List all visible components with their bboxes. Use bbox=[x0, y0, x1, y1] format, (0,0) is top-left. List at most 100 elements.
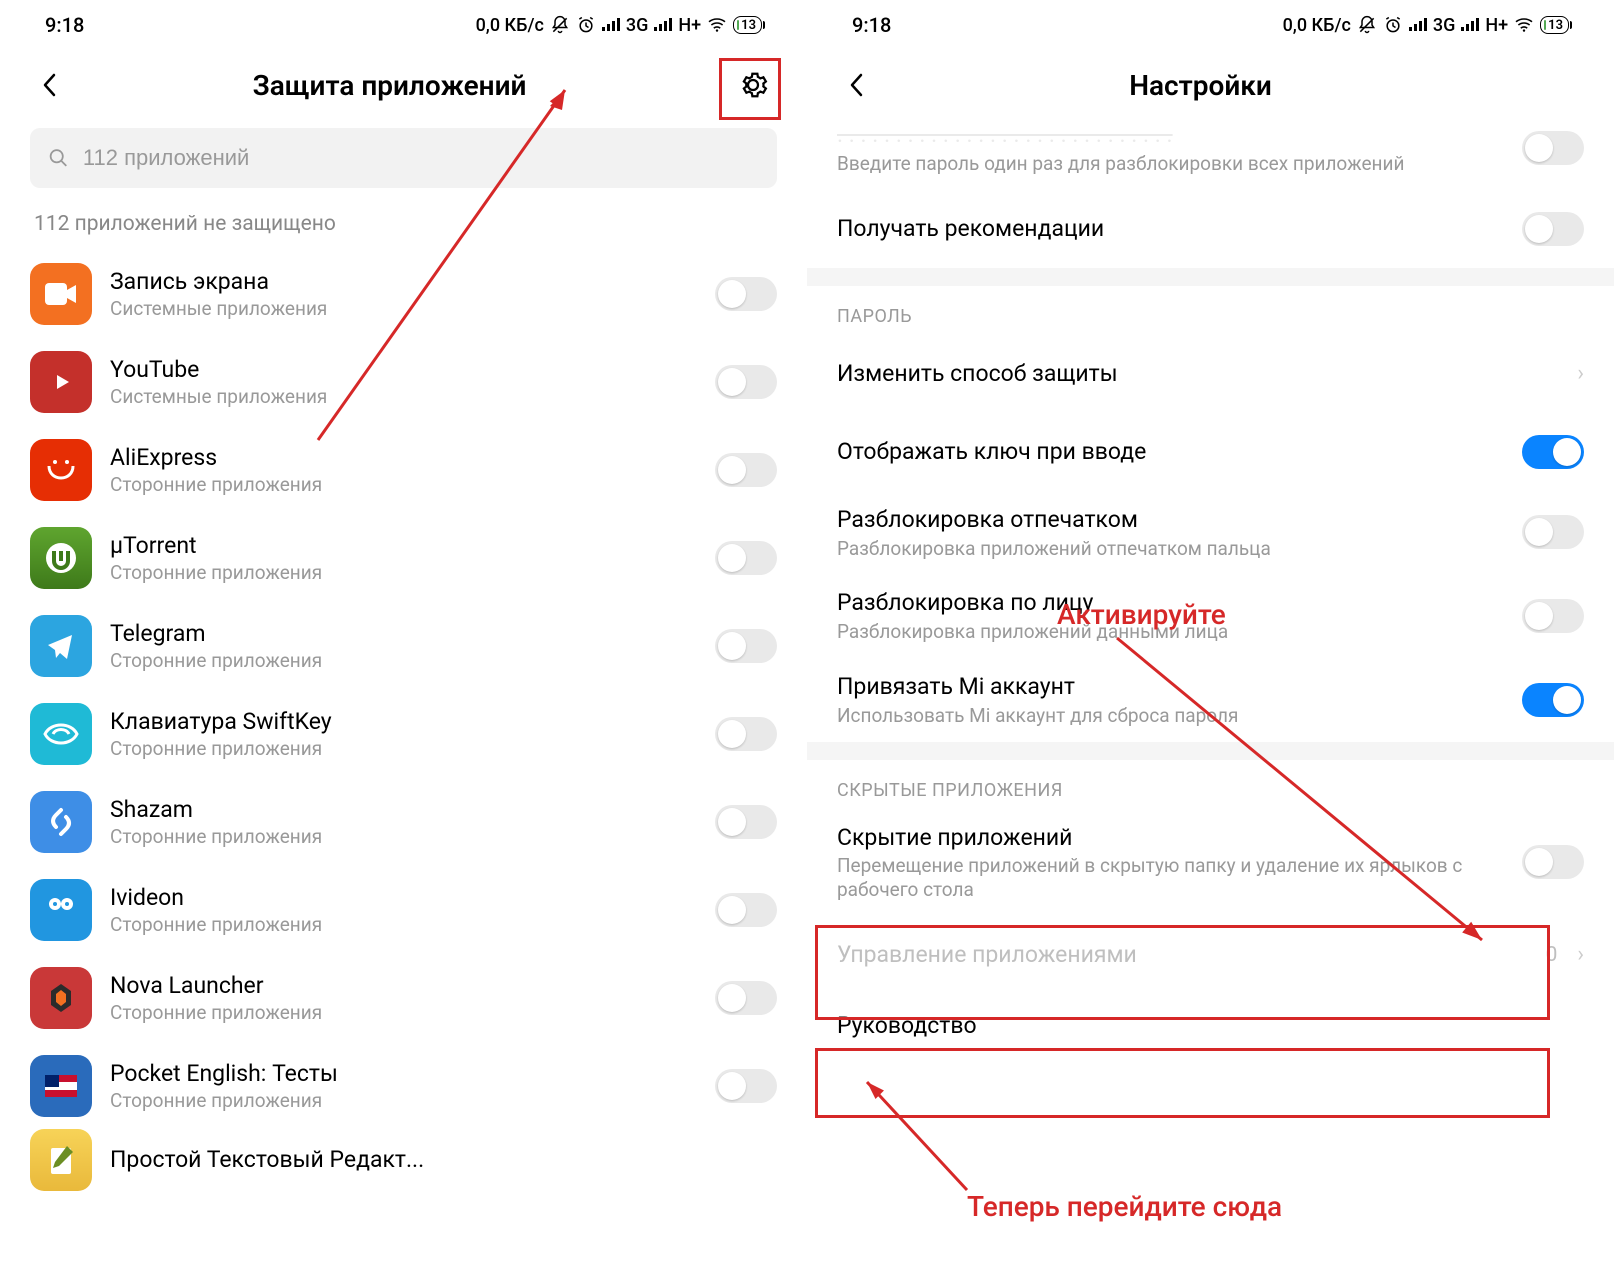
app-title: Ivideon bbox=[110, 884, 697, 913]
app-subtitle: Сторонние приложения bbox=[110, 1089, 697, 1113]
app-toggle[interactable] bbox=[715, 717, 777, 751]
app-title: Запись экрана bbox=[110, 268, 697, 297]
setting-toggle[interactable] bbox=[1522, 683, 1584, 717]
header: Настройки bbox=[837, 50, 1584, 120]
status-time: 9:18 bbox=[852, 13, 891, 37]
setting-toggle[interactable] bbox=[1522, 515, 1584, 549]
wifi-icon bbox=[1514, 17, 1534, 33]
annotation-box-manage bbox=[815, 1048, 1550, 1118]
setting-toggle[interactable] bbox=[1522, 599, 1584, 633]
settings-gear-button[interactable] bbox=[729, 61, 777, 109]
app-title: Клавиатура SwiftKey bbox=[110, 708, 697, 737]
setting-face[interactable]: Разблокировка по лицу Разблокировка прил… bbox=[837, 574, 1584, 658]
section-header-password: ПАРОЛЬ bbox=[837, 286, 1584, 335]
status-hplus: H+ bbox=[678, 15, 701, 36]
section-header-hidden-apps: СКРЫТЫЕ ПРИЛОЖЕНИЯ bbox=[837, 760, 1584, 809]
app-row[interactable]: Запись экранаСистемные приложения bbox=[30, 250, 777, 338]
setting-title: Привязать Mi аккаунт bbox=[837, 672, 1508, 702]
app-row[interactable]: Nova LauncherСторонние приложения bbox=[30, 954, 777, 1042]
app-subtitle: Сторонние приложения bbox=[110, 649, 697, 673]
status-data-rate: 0,0 КБ/с bbox=[1283, 15, 1351, 36]
app-subtitle: Сторонние приложения bbox=[110, 737, 697, 761]
app-row[interactable]: AliExpress AliExpressСторонние приложени… bbox=[30, 426, 777, 514]
setting-toggle[interactable] bbox=[1522, 845, 1584, 879]
app-row[interactable]: ShazamСторонние приложения bbox=[30, 778, 777, 866]
setting-toggle[interactable] bbox=[1522, 131, 1584, 165]
setting-title: Руководство bbox=[837, 1011, 1584, 1041]
setting-title: Управление приложениями bbox=[837, 940, 1532, 970]
app-toggle[interactable] bbox=[715, 277, 777, 311]
setting-toggle[interactable] bbox=[1522, 435, 1584, 469]
screen-recorder-icon bbox=[30, 263, 92, 325]
search-bar[interactable] bbox=[30, 128, 777, 188]
ivideon-icon: ivideon bbox=[30, 879, 92, 941]
left-screenshot: 9:18 0,0 КБ/с 3G H+ 13 Защита приложений bbox=[0, 0, 807, 1268]
battery-icon: 13 bbox=[733, 16, 762, 34]
app-toggle[interactable] bbox=[715, 629, 777, 663]
signal-bars-2-icon bbox=[1461, 17, 1479, 33]
battery-icon: 13 bbox=[1540, 16, 1569, 34]
telegram-icon bbox=[30, 615, 92, 677]
setting-mi-account[interactable]: Привязать Mi аккаунт Использовать Mi акк… bbox=[837, 658, 1584, 742]
app-row[interactable]: Простой Текстовый Редакт... bbox=[30, 1130, 777, 1190]
annotation-arrow-goto bbox=[847, 1070, 1007, 1200]
app-toggle[interactable] bbox=[715, 541, 777, 575]
app-toggle[interactable] bbox=[715, 1069, 777, 1103]
setting-toggle[interactable] bbox=[1522, 212, 1584, 246]
app-subtitle: Сторонние приложения bbox=[110, 561, 697, 585]
app-subtitle: Сторонние приложения bbox=[110, 1001, 697, 1025]
swiftkey-icon bbox=[30, 703, 92, 765]
setting-manage-apps[interactable]: Управление приложениями 0 › bbox=[837, 916, 1584, 994]
app-row[interactable]: Клавиатура SwiftKeyСторонние приложения bbox=[30, 690, 777, 778]
pocket-english-icon bbox=[30, 1055, 92, 1117]
chevron-right-icon: › bbox=[1577, 361, 1584, 386]
signal-bars-icon bbox=[602, 17, 620, 33]
setting-guide[interactable]: Руководство bbox=[837, 994, 1584, 1044]
setting-subtitle: Разблокировка приложений отпечатком паль… bbox=[837, 537, 1508, 561]
setting-recommendations[interactable]: Получать рекомендации bbox=[837, 190, 1584, 268]
setting-title: Скрытие приложений bbox=[837, 823, 1508, 853]
app-toggle[interactable] bbox=[715, 453, 777, 487]
app-title: Простой Текстовый Редакт... bbox=[110, 1146, 777, 1175]
setting-subtitle: Перемещение приложений в скрытую папку и… bbox=[837, 854, 1508, 902]
setting-change-method[interactable]: Изменить способ защиты › bbox=[837, 335, 1584, 413]
shazam-icon bbox=[30, 791, 92, 853]
app-title: Telegram bbox=[110, 620, 697, 649]
setting-group-unlock[interactable]: . . . . . . . . . . . . . . . . . . . . … bbox=[837, 120, 1584, 190]
app-row[interactable]: Pocket English: ТестыСторонние приложени… bbox=[30, 1042, 777, 1130]
alarm-icon bbox=[576, 15, 596, 35]
app-title: Shazam bbox=[110, 796, 697, 825]
app-title: YouTube bbox=[110, 356, 697, 385]
app-subtitle: Системные приложения bbox=[110, 385, 697, 409]
app-toggle[interactable] bbox=[715, 893, 777, 927]
gear-icon bbox=[738, 70, 768, 100]
utorrent-icon bbox=[30, 527, 92, 589]
setting-fingerprint[interactable]: Разблокировка отпечатком Разблокировка п… bbox=[837, 491, 1584, 575]
app-subtitle: Сторонние приложения bbox=[110, 473, 697, 497]
right-screenshot: 9:18 0,0 КБ/с 3G H+ 13 Настройки bbox=[807, 0, 1614, 1268]
app-list: Запись экранаСистемные приложения YouTub… bbox=[30, 250, 777, 1190]
app-row[interactable]: µTorrentСторонние приложения bbox=[30, 514, 777, 602]
nova-launcher-icon bbox=[30, 967, 92, 1029]
app-row[interactable]: ivideon IvideonСторонние приложения bbox=[30, 866, 777, 954]
alarm-icon bbox=[1383, 15, 1403, 35]
status-data-rate: 0,0 КБ/с bbox=[476, 15, 544, 36]
status-hplus: H+ bbox=[1485, 15, 1508, 36]
annotation-goto-label: Теперь перейдите сюда bbox=[967, 1190, 1282, 1223]
page-title: Защита приложений bbox=[50, 69, 729, 102]
setting-show-key[interactable]: Отображать ключ при вводе bbox=[837, 413, 1584, 491]
dnd-icon bbox=[1357, 15, 1377, 35]
app-title: Nova Launcher bbox=[110, 972, 697, 1001]
app-toggle[interactable] bbox=[715, 981, 777, 1015]
status-bar: 9:18 0,0 КБ/с 3G H+ 13 bbox=[837, 0, 1584, 50]
app-row[interactable]: TelegramСторонние приложения bbox=[30, 602, 777, 690]
app-row[interactable]: YouTubeСистемные приложения bbox=[30, 338, 777, 426]
search-input[interactable] bbox=[83, 145, 759, 171]
setting-hide-apps[interactable]: Скрытие приложений Перемещение приложени… bbox=[837, 809, 1584, 916]
status-time: 9:18 bbox=[45, 13, 84, 37]
status-3g: 3G bbox=[626, 15, 649, 36]
search-icon bbox=[48, 147, 69, 169]
app-toggle[interactable] bbox=[715, 365, 777, 399]
app-toggle[interactable] bbox=[715, 805, 777, 839]
app-title: µTorrent bbox=[110, 532, 697, 561]
